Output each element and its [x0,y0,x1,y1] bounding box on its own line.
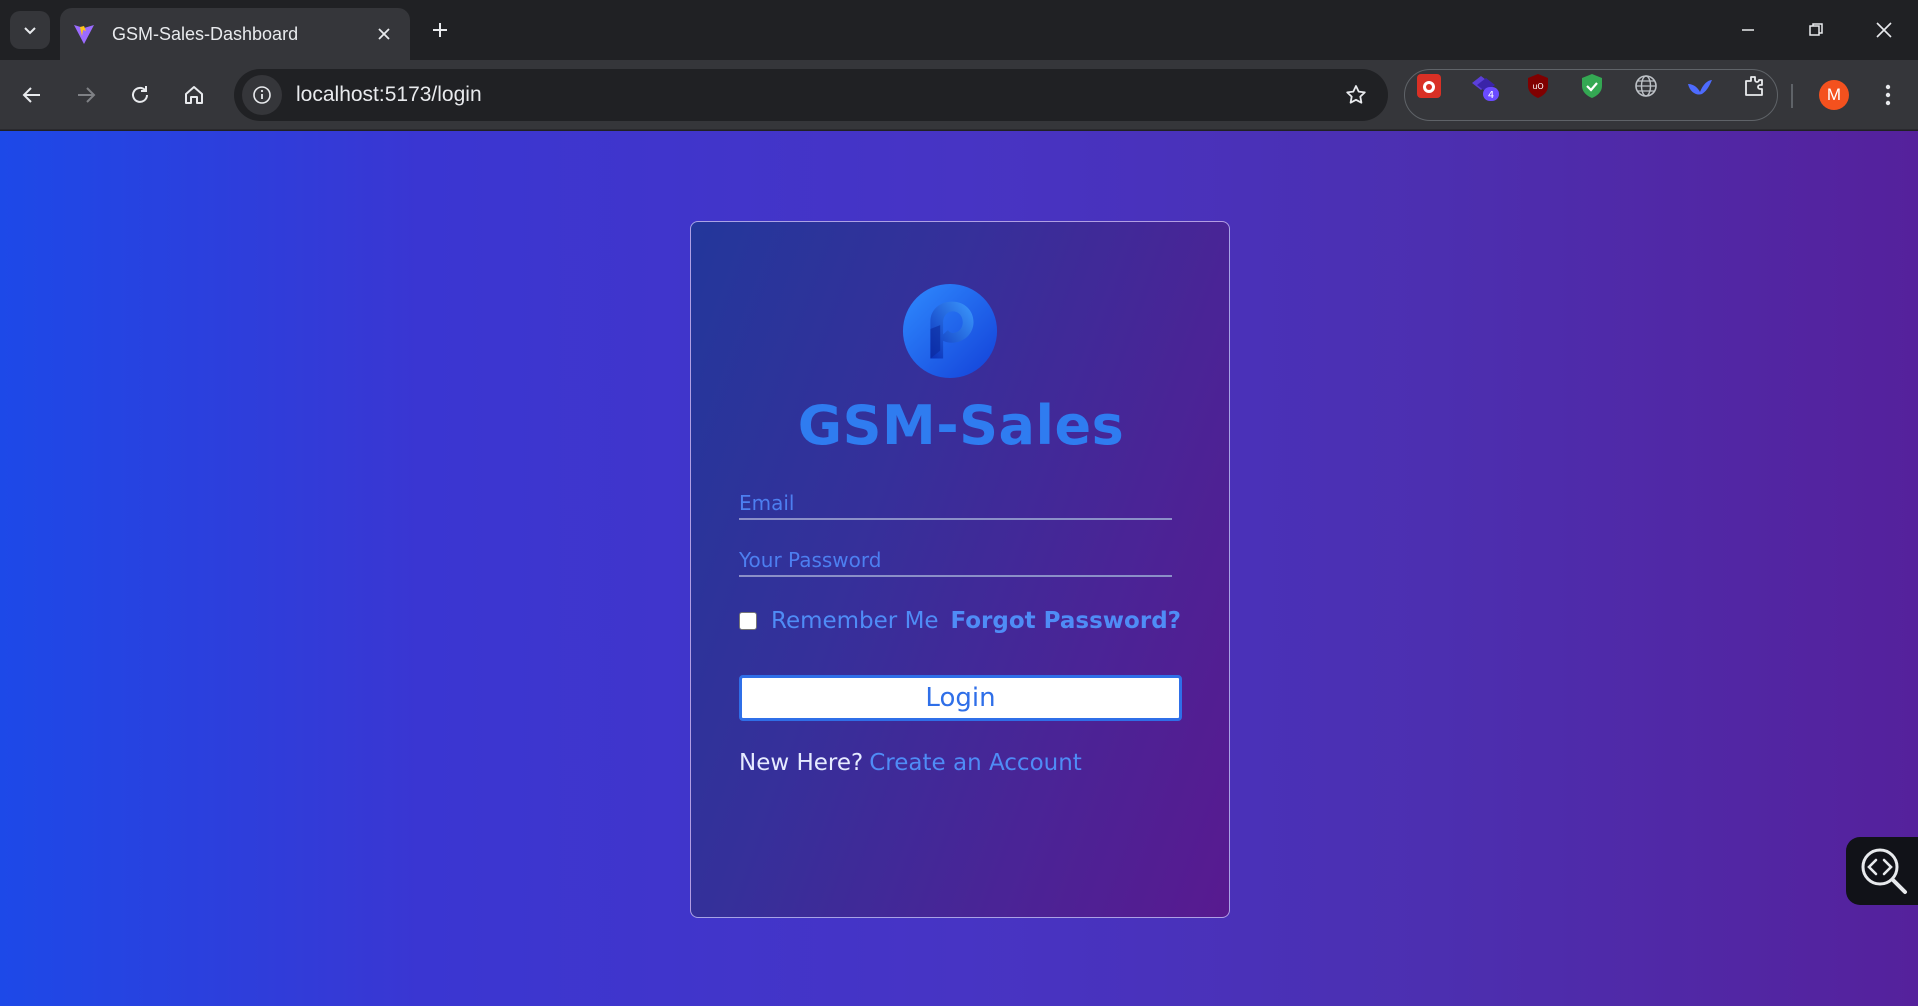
bookmark-star-icon[interactable] [1336,75,1376,115]
home-icon [185,86,203,104]
arrow-left-icon [22,87,40,103]
restore-button[interactable] [1796,10,1836,50]
new-tab-button[interactable] [424,14,456,46]
brand-title: GSM-Sales [797,394,1125,457]
signup-prompt: New Here? Create an Account [739,750,1082,776]
remember-label[interactable]: Remember Me [771,608,939,634]
globe-icon[interactable] [1631,71,1661,101]
chevron-down-icon [24,27,36,35]
kebab-menu-icon [1885,84,1891,106]
close-window-button[interactable] [1864,10,1904,50]
ublock-icon[interactable]: uO [1523,71,1553,101]
profile-avatar[interactable]: M [1819,80,1849,110]
active-tab[interactable]: GSM-Sales-Dashboard [60,8,410,60]
tab-search-button[interactable] [10,11,50,49]
site-info-icon[interactable] [242,75,282,115]
reload-icon [132,86,148,103]
puzzle-badge-icon[interactable]: 4 [1469,71,1499,101]
minimize-icon [1742,29,1754,31]
create-account-link[interactable]: Create an Account [869,750,1082,776]
home-button[interactable] [174,75,214,115]
dev-inspector-button[interactable] [1846,837,1918,905]
forward-button[interactable] [66,75,106,115]
bug-icon[interactable] [1414,71,1444,101]
brand-logo-icon [902,283,998,379]
remember-checkbox[interactable] [739,612,757,630]
extension-badge: 4 [1488,90,1494,101]
arrow-right-icon [78,87,96,103]
plus-icon [433,23,447,37]
url-text[interactable]: localhost:5173/login [296,83,1336,107]
password-input[interactable] [739,545,1172,577]
email-input[interactable] [739,488,1172,520]
reload-button[interactable] [120,75,160,115]
forgot-password-link[interactable]: Forgot Password? [950,608,1181,634]
extensions-icon[interactable] [1739,71,1769,101]
shield-check-icon[interactable] [1577,71,1607,101]
tab-title: GSM-Sales-Dashboard [112,23,299,44]
close-tab-icon[interactable] [372,22,396,46]
browser-toolbar: localhost:5173/login 4 uO M [0,60,1918,130]
code-search-icon [1861,848,1907,894]
vite-icon [72,22,96,46]
remember-me[interactable]: Remember Me [739,608,939,634]
restore-icon [1809,23,1823,36]
close-icon [1876,22,1892,38]
login-button[interactable]: Login [739,675,1182,721]
login-card: GSM-Sales Remember Me Forgot Password? L… [690,221,1230,918]
tab-strip: GSM-Sales-Dashboard [0,0,1918,60]
minimize-button[interactable] [1728,10,1768,50]
address-bar[interactable]: localhost:5173/login [234,69,1388,121]
signup-question: New Here? [739,750,864,776]
svg-text:uO: uO [1532,82,1543,91]
browser-menu-button[interactable] [1870,77,1906,113]
toolbar-separator [1791,84,1793,108]
page-viewport: GSM-Sales Remember Me Forgot Password? L… [0,131,1918,1006]
back-button[interactable] [12,75,52,115]
bird-icon[interactable] [1685,71,1715,101]
